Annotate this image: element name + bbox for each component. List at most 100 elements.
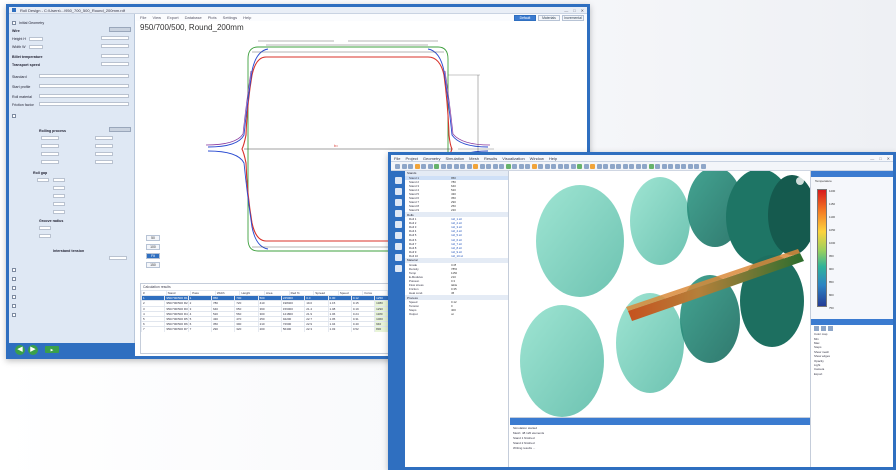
mesh-icon[interactable]: [394, 199, 402, 206]
property-item[interactable]: Export: [811, 372, 893, 376]
toolbar-icon[interactable]: [655, 163, 660, 169]
speed-input[interactable]: [101, 62, 129, 66]
table-header-cell[interactable]: #: [141, 291, 166, 296]
toolbar-icon[interactable]: [395, 163, 400, 169]
toolbar-icon[interactable]: [447, 163, 452, 169]
menu-plots[interactable]: Plots: [208, 15, 217, 20]
menu-item[interactable]: Geometry: [423, 156, 441, 161]
checkbox[interactable]: [12, 20, 16, 25]
toolbar-icon[interactable]: [648, 163, 654, 169]
toolbar-icon[interactable]: [590, 163, 595, 169]
toolbar-icon[interactable]: [408, 163, 413, 169]
toolbar-icon[interactable]: [499, 163, 504, 169]
toolbar-icon[interactable]: [460, 163, 465, 169]
menu-item[interactable]: Mesh: [469, 156, 479, 161]
option-checkbox[interactable]: [12, 295, 16, 299]
option-checkbox[interactable]: [12, 304, 16, 308]
menu-settings[interactable]: Settings: [223, 15, 237, 20]
window-controls[interactable]: — □ ✕: [870, 156, 890, 161]
maximize-icon[interactable]: □: [573, 8, 575, 13]
tab-materials[interactable]: Materials: [538, 15, 560, 21]
table-header-cell[interactable]: Speed: [337, 291, 363, 296]
height-input-2[interactable]: [101, 36, 129, 40]
toolbar-icon[interactable]: [479, 163, 485, 169]
roll-material-select[interactable]: [39, 94, 129, 98]
toolbar-icon[interactable]: [603, 163, 608, 169]
run-button[interactable]: ▶: [45, 346, 59, 353]
toolbar-icon[interactable]: [434, 163, 439, 169]
value-input[interactable]: [41, 136, 59, 140]
table-header-cell[interactable]: Stand: [165, 291, 191, 296]
menu-help[interactable]: Help: [243, 15, 251, 20]
gap-input[interactable]: [53, 202, 65, 206]
toolbar-icon[interactable]: [492, 163, 498, 169]
toolbar-icon[interactable]: [440, 163, 446, 169]
tab-incremental[interactable]: Incremental: [562, 15, 584, 21]
value-input[interactable]: [95, 144, 113, 148]
results-icon[interactable]: [394, 232, 402, 239]
temperature-input[interactable]: [101, 54, 129, 58]
gap-input[interactable]: [53, 178, 65, 182]
option-checkbox[interactable]: [12, 313, 16, 317]
start-profile-select[interactable]: [39, 84, 129, 88]
settings-icon[interactable]: [394, 265, 402, 272]
toolbar-icon[interactable]: [427, 163, 433, 169]
value-input[interactable]: [95, 160, 113, 164]
minimize-icon[interactable]: —: [870, 156, 874, 161]
process-button[interactable]: [109, 127, 131, 132]
height-input[interactable]: [28, 36, 43, 41]
toolbar-icon[interactable]: [694, 163, 699, 169]
table-header-cell[interactable]: Force: [362, 291, 387, 296]
project-icon[interactable]: [394, 177, 402, 184]
menu-view[interactable]: View: [152, 15, 161, 20]
chart-icon[interactable]: [394, 243, 402, 250]
toolbar-icon[interactable]: [681, 163, 686, 169]
toolbar-icon[interactable]: [453, 163, 459, 169]
toolbar-icon[interactable]: [583, 163, 589, 169]
minimize-icon[interactable]: —: [564, 8, 568, 13]
toolbar-icon[interactable]: [557, 163, 563, 169]
menu-item[interactable]: Results: [484, 156, 497, 161]
menu-file[interactable]: File: [140, 15, 146, 20]
zoom-50-button[interactable]: 50: [146, 235, 160, 241]
table-header-cell[interactable]: Red %: [288, 291, 314, 296]
run-icon[interactable]: [394, 221, 402, 228]
back-icon[interactable]: ◀: [15, 344, 25, 355]
value-input[interactable]: [41, 152, 59, 156]
option-checkbox[interactable]: [12, 268, 16, 272]
gap-input[interactable]: [53, 186, 65, 190]
table-header-cell[interactable]: Height: [239, 291, 264, 296]
table-header-cell[interactable]: Area: [264, 291, 289, 296]
toolbar-icon[interactable]: [642, 163, 647, 169]
tree-item[interactable]: Output on: [405, 312, 508, 316]
toolbar-icon[interactable]: [414, 163, 420, 169]
radius-input[interactable]: [39, 226, 51, 230]
toolbar-icon[interactable]: [570, 163, 576, 169]
menu-item[interactable]: File: [394, 156, 400, 161]
close-icon[interactable]: ✕: [887, 156, 890, 161]
gap-input[interactable]: [37, 178, 49, 182]
menu-database[interactable]: Database: [185, 15, 202, 20]
menu-item[interactable]: Help: [549, 156, 557, 161]
option-checkbox[interactable]: [12, 286, 16, 290]
tension-input[interactable]: [109, 256, 127, 260]
zoom-100-button[interactable]: 100: [146, 244, 160, 250]
toolbar-icon[interactable]: [421, 163, 426, 169]
toolbar-icon[interactable]: [466, 163, 472, 169]
table-header-cell[interactable]: Pass: [190, 291, 215, 296]
friction-select[interactable]: [39, 102, 129, 106]
toolbar-icon[interactable]: [401, 163, 407, 169]
toolbar-icon[interactable]: [525, 163, 530, 169]
table-header-cell[interactable]: Width: [214, 291, 240, 296]
option-checkbox[interactable]: [12, 277, 16, 281]
filter-icon[interactable]: [821, 326, 826, 331]
toolbar-icon[interactable]: [518, 163, 524, 169]
material-icon[interactable]: [394, 210, 402, 217]
3d-viewport[interactable]: [510, 171, 810, 417]
export-icon[interactable]: [394, 254, 402, 261]
gap-input[interactable]: [53, 194, 65, 198]
value-input[interactable]: [95, 152, 113, 156]
value-input[interactable]: [41, 160, 59, 164]
maximize-icon[interactable]: □: [879, 156, 881, 161]
toolbar-icon[interactable]: [512, 163, 517, 169]
